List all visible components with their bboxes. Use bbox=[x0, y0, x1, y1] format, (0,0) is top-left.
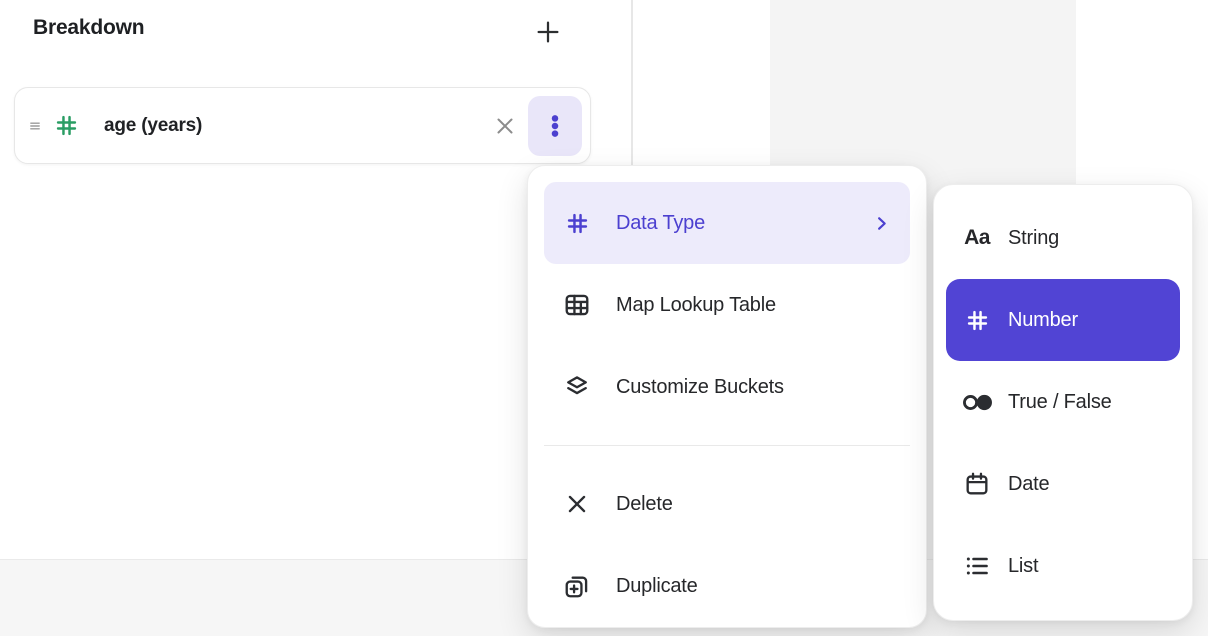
submenu-item-list[interactable]: List bbox=[946, 525, 1180, 607]
menu-item-label: Data Type bbox=[616, 212, 870, 235]
table-icon bbox=[562, 290, 592, 320]
menu-item-customize-buckets[interactable]: Customize Buckets bbox=[544, 346, 910, 428]
submenu-item-number[interactable]: Number bbox=[946, 279, 1180, 361]
field-context-menu: Data Type Map Lookup Table bbox=[527, 165, 927, 628]
stack-icon bbox=[562, 372, 592, 402]
field-label: age (years) bbox=[104, 115, 488, 137]
menu-item-duplicate[interactable]: Duplicate bbox=[544, 545, 910, 627]
calendar-icon bbox=[960, 467, 994, 501]
breakdown-field-card[interactable]: age (years) bbox=[14, 87, 591, 164]
menu-item-label: Customize Buckets bbox=[616, 376, 910, 399]
breakdown-screen: Breakdown age (years) bbox=[0, 0, 1208, 636]
submenu-item-true-false[interactable]: True / False bbox=[946, 361, 1180, 443]
chevron-right-icon bbox=[870, 212, 892, 234]
drag-handle-icon[interactable] bbox=[24, 114, 46, 138]
menu-item-label: Map Lookup Table bbox=[616, 294, 910, 317]
hash-icon bbox=[960, 303, 994, 337]
kebab-menu-icon bbox=[542, 113, 568, 139]
close-icon bbox=[493, 114, 517, 138]
data-type-submenu: Aa String Number True / False bbox=[933, 184, 1193, 621]
add-breakdown-button[interactable] bbox=[529, 13, 567, 51]
submenu-item-string[interactable]: Aa String bbox=[946, 197, 1180, 279]
menu-item-delete[interactable]: Delete bbox=[544, 463, 910, 545]
x-icon bbox=[562, 489, 592, 519]
copy-plus-icon bbox=[562, 571, 592, 601]
submenu-item-label: List bbox=[1008, 555, 1180, 578]
menu-item-map-lookup-table[interactable]: Map Lookup Table bbox=[544, 264, 910, 346]
menu-item-label: Delete bbox=[616, 493, 910, 516]
number-hash-icon bbox=[52, 112, 80, 140]
page-title: Breakdown bbox=[33, 16, 144, 40]
submenu-item-label: Number bbox=[1008, 309, 1180, 332]
plus-icon bbox=[533, 17, 563, 47]
submenu-item-label: Date bbox=[1008, 473, 1180, 496]
hash-icon bbox=[562, 208, 592, 238]
submenu-item-label: String bbox=[1008, 227, 1180, 250]
menu-item-label: Duplicate bbox=[616, 575, 910, 598]
field-options-button[interactable] bbox=[528, 96, 582, 156]
list-icon bbox=[960, 549, 994, 583]
boolean-circles-icon bbox=[960, 385, 994, 419]
string-aa-icon: Aa bbox=[960, 221, 994, 255]
menu-item-data-type[interactable]: Data Type bbox=[544, 182, 910, 264]
submenu-item-label: True / False bbox=[1008, 391, 1180, 414]
remove-field-button[interactable] bbox=[488, 109, 522, 143]
submenu-item-date[interactable]: Date bbox=[946, 443, 1180, 525]
menu-divider bbox=[544, 445, 910, 446]
